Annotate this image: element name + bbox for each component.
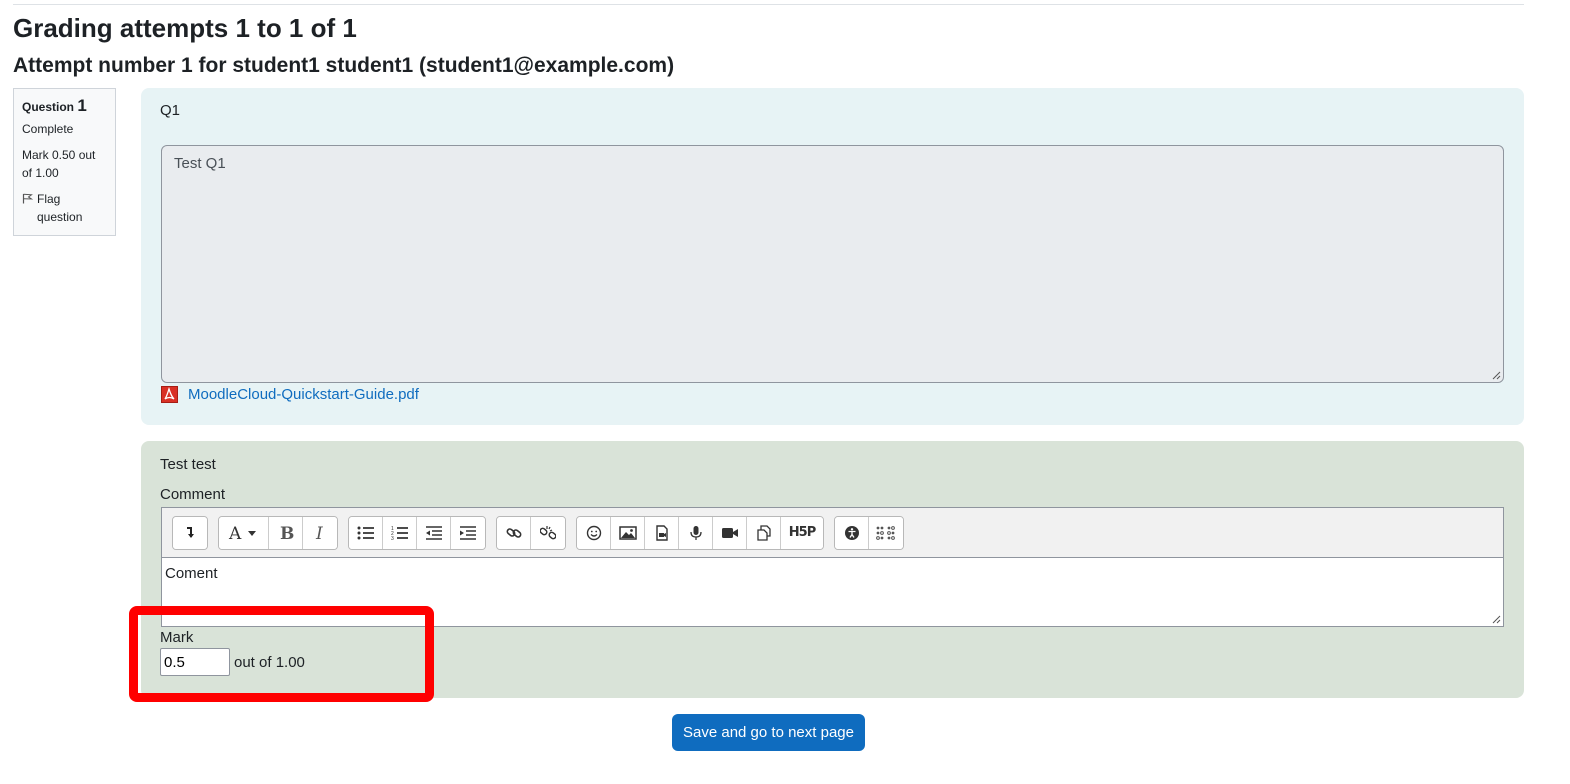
outdent-icon — [425, 525, 442, 540]
manage-files-button[interactable] — [747, 516, 781, 549]
emoji-button[interactable] — [577, 516, 611, 549]
flag-icon — [22, 193, 33, 204]
svg-text:A: A — [228, 525, 242, 541]
image-button[interactable] — [611, 516, 645, 549]
indent-button[interactable] — [451, 516, 485, 549]
font-style-icon: A — [228, 525, 256, 541]
attachment-row: MoodleCloud-Quickstart-Guide.pdf — [161, 386, 419, 403]
bold-button[interactable]: B — [269, 516, 303, 549]
bold-icon: B — [280, 525, 294, 541]
unlink-icon — [540, 525, 556, 539]
font-style-button[interactable]: A — [219, 516, 269, 549]
screenreader-helper-button[interactable] — [869, 516, 903, 549]
toolbar-group-collapse — [172, 515, 208, 550]
editor-toolbar: A B I 1 2 3 H5P — [162, 508, 1503, 558]
mark-input[interactable] — [160, 648, 230, 676]
svg-text:B: B — [280, 525, 294, 541]
toolbar-group-media: H5P — [576, 515, 824, 550]
manual-grading-panel: Test test Comment A B I 1 2 3 H5P Coment… — [141, 441, 1524, 698]
pdf-file-icon — [161, 386, 178, 403]
media-icon — [655, 524, 668, 541]
flag-question-label: Flag question — [37, 192, 83, 224]
mark-row: out of 1.00 — [160, 648, 305, 676]
comment-editor: A B I 1 2 3 H5P Coment — [161, 507, 1504, 627]
media-button[interactable] — [645, 516, 679, 549]
save-and-next-button[interactable]: Save and go to next page — [672, 714, 865, 751]
answer-textarea[interactable]: Test Q1 — [161, 145, 1504, 383]
question-label: Question — [22, 100, 75, 114]
top-divider — [13, 4, 1524, 5]
svg-text:3: 3 — [391, 536, 394, 541]
answer-text: Test Q1 — [174, 155, 226, 172]
flag-question-toggle[interactable]: Flag question — [22, 190, 107, 226]
accessibility-checker-icon — [844, 525, 859, 540]
screenreader-helper-icon — [876, 525, 895, 540]
italic-button[interactable]: I — [303, 516, 337, 549]
svg-text:I: I — [315, 525, 323, 541]
toolbar-group-accessibility — [834, 515, 904, 550]
indent-icon — [460, 525, 476, 540]
question-info-panel: Question 1 Complete Mark 0.50 out of 1.0… — [13, 88, 116, 236]
attempt-title: Attempt number 1 for student1 student1 (… — [13, 54, 675, 77]
link-icon — [506, 527, 521, 538]
italic-icon: I — [315, 525, 323, 541]
ordered-list-icon: 123 — [391, 526, 408, 541]
question-text: Q1 — [160, 102, 181, 119]
collapse-icon — [187, 526, 194, 538]
toolbar-group-links — [496, 515, 566, 550]
feedback-text: Test test — [160, 456, 216, 473]
record-video-icon — [721, 527, 738, 538]
record-audio-icon — [689, 525, 702, 540]
page-title: Grading attempts 1 to 1 of 1 — [13, 13, 357, 43]
manage-files-icon — [756, 524, 771, 541]
toolbar-group-lists: 123 — [348, 515, 486, 550]
question-number: 1 — [77, 96, 87, 115]
ordered-list-button[interactable]: 123 — [383, 516, 417, 549]
h5p-button[interactable]: H5P — [781, 516, 823, 549]
unordered-list-icon — [357, 526, 374, 539]
question-state: Complete — [22, 122, 74, 136]
question-formulation: Q1 Test Q1 MoodleCloud-Quickstart-Guide.… — [141, 88, 1524, 425]
resize-grip-icon[interactable] — [1492, 371, 1501, 380]
outdent-button[interactable] — [417, 516, 451, 549]
link-button[interactable] — [497, 516, 531, 549]
h5p-icon: H5P — [788, 525, 816, 540]
mark-out-of: out of 1.00 — [234, 653, 305, 671]
mark-label: Mark — [160, 629, 194, 646]
comment-label: Comment — [160, 486, 226, 503]
question-grade: Mark 0.50 out of 1.00 — [22, 148, 96, 180]
record-audio-button[interactable] — [679, 516, 713, 549]
image-icon — [618, 525, 637, 540]
unlink-button[interactable] — [531, 516, 565, 549]
resize-grip-icon[interactable] — [1492, 615, 1501, 624]
comment-editor-content[interactable]: Coment — [162, 558, 1503, 589]
collapse-button[interactable] — [173, 516, 207, 549]
attachment-link[interactable]: MoodleCloud-Quickstart-Guide.pdf — [188, 386, 419, 403]
emoji-icon — [586, 525, 601, 540]
unordered-list-button[interactable] — [349, 516, 383, 549]
toolbar-group-style: A B I — [218, 515, 338, 550]
accessibility-checker-button[interactable] — [835, 516, 869, 549]
question-number-row: Question 1 — [22, 97, 107, 116]
record-video-button[interactable] — [713, 516, 747, 549]
